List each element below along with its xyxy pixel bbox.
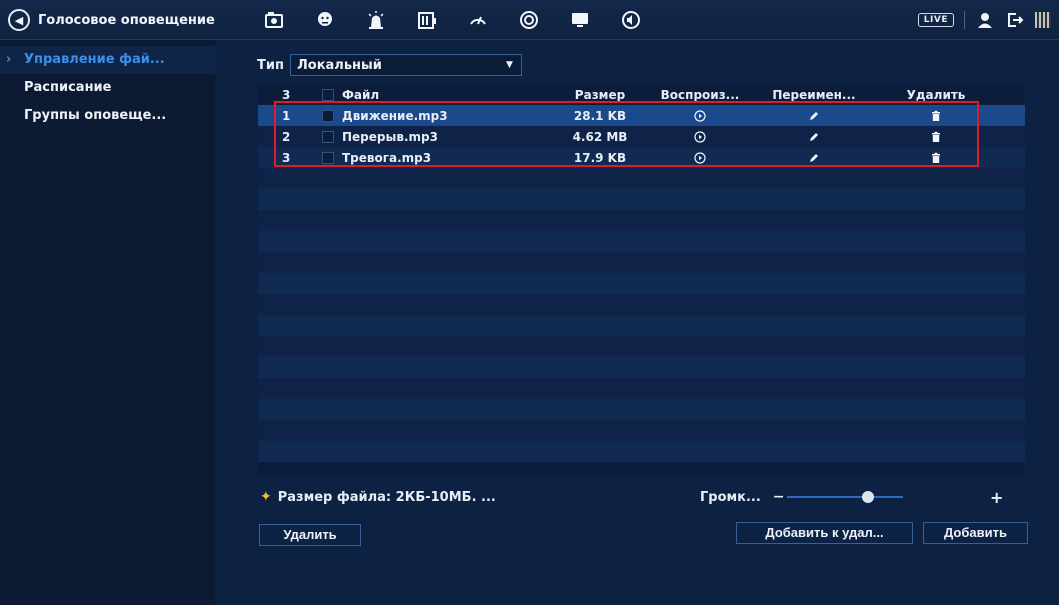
header-play: Воспроиз... — [660, 87, 740, 102]
divider — [964, 11, 965, 29]
logout-icon[interactable] — [1005, 10, 1025, 30]
header-delete: Удалить — [906, 87, 966, 102]
add-button[interactable]: Добавить — [923, 522, 1028, 544]
empty-row — [258, 273, 1025, 294]
row-file-size: 4.62 MB — [572, 129, 628, 144]
row-file-size: 17.9 KB — [573, 150, 627, 165]
empty-row — [258, 315, 1025, 336]
volume-label: Громк... — [700, 489, 761, 505]
play-icon[interactable] — [694, 130, 706, 143]
empty-row — [258, 294, 1025, 315]
edit-icon[interactable] — [808, 152, 820, 164]
row-file-name: Тревога.mp3 — [342, 150, 432, 165]
trash-icon[interactable] — [930, 110, 942, 122]
type-label: Тип — [257, 57, 284, 73]
user-icon[interactable] — [975, 10, 995, 30]
page-header: ◀ Голосовое оповещение — [8, 0, 215, 40]
row-file-name: Движение.mp3 — [342, 108, 448, 123]
table-body: 1 Движение.mp3 28.1 KB 2 Перерыв.mp3 4.6… — [258, 105, 1025, 462]
edit-icon[interactable] — [808, 110, 820, 122]
sidebar-item-broadcast-groups[interactable]: Группы оповеще... — [0, 102, 215, 130]
table-row[interactable]: 2 Перерыв.mp3 4.62 MB — [258, 126, 1025, 147]
trash-icon[interactable] — [930, 152, 942, 164]
sidebar-item-file-management[interactable]: Управление фай... — [0, 46, 215, 74]
empty-row — [258, 336, 1025, 357]
empty-row — [258, 189, 1025, 210]
live-button[interactable]: LIVE — [917, 13, 954, 27]
file-table: 3 Файл Размер Воспроиз... Переимен... Уд… — [258, 84, 1025, 474]
empty-row — [258, 168, 1025, 189]
audio-icon[interactable] — [619, 8, 643, 32]
qr-code-icon[interactable] — [1035, 12, 1051, 28]
empty-row — [258, 378, 1025, 399]
header-count: 3 — [282, 87, 291, 102]
empty-row — [258, 357, 1025, 378]
volume-slider[interactable]: − — [773, 490, 903, 504]
volume-track — [786, 496, 903, 498]
footer-info: ✦ Размер файла: 2КБ-10МБ. ... Громк... −… — [260, 486, 1030, 508]
select-all-checkbox[interactable] — [322, 88, 334, 101]
row-checkbox[interactable] — [322, 109, 334, 122]
display-icon[interactable] — [568, 8, 592, 32]
row-checkbox[interactable] — [322, 130, 334, 143]
sidebar: Управление фай... Расписание Группы опов… — [0, 40, 215, 605]
storage-icon[interactable] — [415, 8, 439, 32]
empty-row — [258, 441, 1025, 462]
tip-icon: ✦ — [260, 489, 272, 505]
empty-row — [258, 231, 1025, 252]
play-icon[interactable] — [694, 151, 706, 164]
table-header: 3 Файл Размер Воспроиз... Переимен... Уд… — [258, 84, 1025, 105]
play-icon[interactable] — [694, 109, 706, 122]
edit-icon[interactable] — [808, 131, 820, 143]
header-file: Файл — [342, 87, 380, 102]
empty-row — [258, 210, 1025, 231]
empty-row — [258, 252, 1025, 273]
sidebar-item-schedule[interactable]: Расписание — [0, 74, 215, 102]
table-row[interactable]: 1 Движение.mp3 28.1 KB — [258, 105, 1025, 126]
main-menu — [262, 0, 643, 40]
table-row[interactable]: 3 Тревога.mp3 17.9 KB — [258, 147, 1025, 168]
delete-button[interactable]: Удалить — [259, 524, 361, 546]
header-rename: Переимен... — [772, 87, 856, 102]
volume-knob[interactable] — [861, 491, 874, 503]
row-number: 3 — [282, 150, 291, 165]
empty-row — [258, 420, 1025, 441]
speaker-icon: ◀ — [8, 9, 30, 31]
file-size-hint: ✦ Размер файла: 2КБ-10МБ. ... — [260, 489, 496, 505]
row-file-size: 28.1 KB — [573, 108, 627, 123]
add-to-remote-button[interactable]: Добавить к удал... — [736, 522, 913, 544]
chevron-down-icon: ▼ — [506, 60, 513, 70]
top-bar: ◀ Голосовое оповещение LIVE — [0, 0, 1059, 40]
alarm-icon[interactable] — [364, 8, 388, 32]
face-icon[interactable] — [313, 8, 337, 32]
type-filter: Тип Локальный ▼ — [257, 54, 522, 76]
volume-minus-icon[interactable]: − — [773, 490, 785, 504]
row-file-name: Перерыв.mp3 — [342, 129, 438, 144]
trash-icon[interactable] — [930, 131, 942, 143]
camera-icon[interactable] — [262, 8, 286, 32]
row-number: 2 — [282, 129, 291, 144]
empty-row — [258, 399, 1025, 420]
volume-plus-icon[interactable]: + — [990, 488, 1003, 507]
volume-control: Громк... − — [700, 490, 903, 505]
file-size-hint-text: Размер файла: 2КБ-10МБ. ... — [277, 489, 496, 505]
type-select[interactable]: Локальный ▼ — [289, 54, 522, 76]
record-icon[interactable] — [517, 8, 541, 32]
row-checkbox[interactable] — [322, 151, 334, 164]
dashboard-icon[interactable] — [466, 8, 490, 32]
header-size: Размер — [574, 87, 626, 102]
main-panel: Тип Локальный ▼ 3 Файл Размер Воспроиз..… — [215, 40, 1059, 605]
row-number: 1 — [282, 108, 291, 123]
type-select-value: Локальный — [296, 57, 382, 73]
page-title: Голосовое оповещение — [38, 12, 215, 28]
top-right-controls: LIVE — [917, 0, 1051, 40]
